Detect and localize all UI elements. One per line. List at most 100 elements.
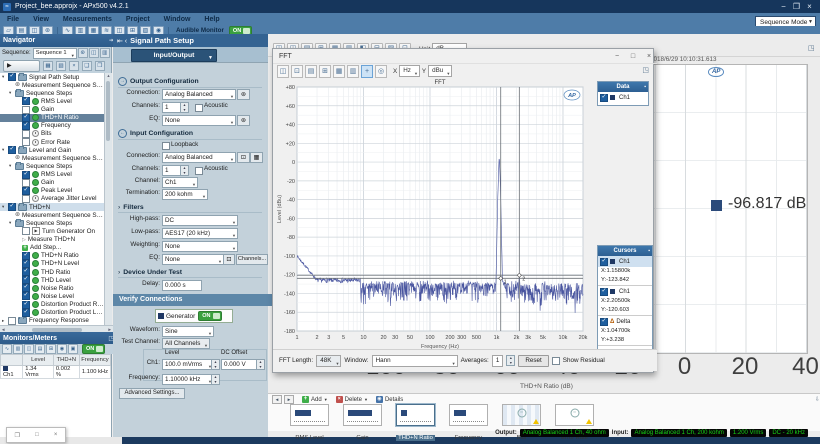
monitor-thdn-icon[interactable]: ◉ — [57, 344, 67, 354]
menu-file[interactable]: File — [0, 13, 26, 26]
delay-input[interactable]: 0.000 s — [162, 280, 202, 291]
tree-checkbox[interactable]: ✓ — [8, 146, 16, 154]
channels-stepper[interactable]: ▲▼ — [180, 102, 189, 113]
tree-checkbox[interactable]: ✓ — [22, 276, 30, 284]
tree-checkbox[interactable]: ✓ — [22, 122, 30, 130]
tree-item-measure-thd-n[interactable]: ▷Measure THD+N — [0, 236, 104, 244]
test-channel-dropdown[interactable]: All Channels▼ — [162, 338, 210, 349]
sequence-step-rms-level[interactable]: RMS Level — [290, 404, 329, 444]
menu-project[interactable]: Project — [119, 13, 157, 26]
menu-view[interactable]: View — [26, 13, 56, 26]
monitor-settings-icon[interactable]: ▣ — [68, 344, 78, 354]
collapse-arrow-icon[interactable]: › — [118, 269, 120, 276]
cursor-channel-row[interactable]: ✓ΔDelta — [598, 316, 652, 327]
weighting-dropdown[interactable]: None▼ — [162, 241, 238, 252]
tree-checkbox[interactable] — [8, 317, 16, 325]
popout-icon[interactable]: ◳ — [642, 66, 649, 74]
sequence-step-thd-n-ratio[interactable]: THD+N Ratio — [396, 404, 435, 444]
fft-cursor-icon[interactable]: ◎ — [375, 65, 387, 78]
pin-icon[interactable]: ▪ — [644, 82, 646, 92]
tree-item-level-and-gain[interactable]: ▾✓Level and Gain — [0, 146, 104, 154]
monitor-level-icon[interactable]: ▥ — [13, 344, 23, 354]
cursor-checkbox[interactable]: ✓ — [600, 318, 608, 326]
tree-checkbox[interactable]: ✓ — [22, 292, 30, 300]
expand-all-icon[interactable]: ❑ — [82, 61, 92, 71]
tree-checkbox[interactable] — [22, 179, 30, 187]
minimize-icon[interactable]: − — [609, 50, 625, 63]
menu-help[interactable]: Help — [197, 13, 226, 26]
tree-checkbox[interactable]: ✓ — [22, 284, 30, 292]
restore-icon[interactable]: ❐ — [790, 0, 803, 13]
input-connection-extra-icon[interactable]: ▦ — [250, 152, 263, 163]
tree-item-measurement-sequence-settings[interactable]: ⊛Measurement Sequence Settings.. — [0, 211, 104, 219]
tree-checkbox[interactable]: ✓ — [22, 187, 30, 195]
tree-item-turn-generator-on[interactable]: ▶Turn Generator On — [0, 227, 104, 235]
dc-offset-input[interactable]: 0.000 V — [221, 359, 259, 370]
fft-grid-icon[interactable]: ▦ — [333, 65, 345, 78]
run-sequence-button[interactable]: ▶ — [3, 60, 40, 72]
tree-item-thd-ratio[interactable]: ✓THD Ratio — [0, 268, 104, 276]
reset-button[interactable]: Reset — [518, 355, 548, 367]
close-icon[interactable]: × — [641, 50, 657, 63]
add-label[interactable]: Add — [311, 397, 322, 403]
window-dropdown[interactable]: Hann▼ — [372, 355, 458, 367]
averages-stepper[interactable]: ▲▼ — [506, 355, 515, 366]
filters-eq-dropdown[interactable]: None▼ — [162, 254, 224, 265]
delete-step-icon[interactable]: × — [69, 61, 79, 71]
y-unit-dropdown[interactable]: dBu▼ — [428, 65, 452, 77]
minimize-icon[interactable]: − — [777, 0, 790, 13]
popout-icon[interactable]: ◳ — [808, 44, 815, 52]
tree-item-rms-level[interactable]: ✓RMS Level — [0, 171, 104, 179]
tree-item-frequency[interactable]: ✓Frequency — [0, 122, 104, 130]
tree-item-rms-level[interactable]: ✓RMS Level — [0, 97, 104, 105]
tree-item-add-step[interactable]: +Add Step... — [0, 244, 104, 252]
sequence-step-gain[interactable]: Gain — [343, 404, 382, 444]
input-acoustic-checkbox[interactable] — [195, 167, 203, 175]
monitors-on-toggle[interactable]: ON — [82, 344, 105, 354]
termination-dropdown[interactable]: 200 kohm▼ — [162, 189, 208, 200]
fft-zoom-icon[interactable]: ⊞ — [319, 65, 331, 78]
cursor-channel-row[interactable]: ✓Ch1 — [598, 256, 652, 267]
output-connection-settings-icon[interactable]: ⊛ — [237, 89, 250, 100]
sequence-step-frequency[interactable]: Frequency — [449, 404, 488, 444]
tree-item-noise-level[interactable]: ✓Noise Level — [0, 292, 104, 300]
tree-item-measurement-sequence-settings[interactable]: ⊛Measurement Sequence Settings.. — [0, 154, 104, 162]
back-chevron-icon[interactable]: ⇤ ‹ — [117, 37, 127, 45]
channels-stepper[interactable]: ▲▼ — [180, 165, 189, 176]
tree-checkbox[interactable] — [22, 227, 30, 235]
fft-window-titlebar[interactable]: FFT − □ × — [273, 49, 657, 64]
tree-checkbox[interactable]: ✓ — [22, 268, 30, 276]
tree-item-measurement-sequence-settings[interactable]: ⊛Measurement Sequence Settings.. — [0, 81, 104, 89]
output-channels-input[interactable]: 1 — [162, 102, 182, 113]
tree-item-error-rate[interactable]: Error Rate — [0, 138, 104, 146]
sequence-prompt-icon[interactable]: ▥ — [100, 48, 110, 58]
fft-save-icon[interactable]: ⊡ — [291, 65, 303, 78]
tree-item-sequence-steps[interactable]: ▾Sequence Steps — [0, 219, 104, 227]
collapse-arrow-icon[interactable]: › — [118, 204, 120, 211]
tree-item-thd-level[interactable]: ✓THD Level — [0, 276, 104, 284]
dc-offset-stepper[interactable]: ▲▼ — [256, 359, 265, 370]
maximize-icon[interactable]: □ — [35, 432, 39, 438]
input-channels-input[interactable]: 1 — [162, 165, 182, 176]
tree-checkbox[interactable]: ✓ — [22, 260, 30, 268]
menu-window[interactable]: Window — [157, 13, 198, 26]
tree-checkbox[interactable]: ✓ — [22, 301, 30, 309]
sequence-report-icon[interactable]: ◫ — [89, 48, 99, 58]
output-connection-dropdown[interactable]: Analog Balanced▼ — [162, 89, 236, 100]
fft-copy-icon[interactable]: ◫ — [277, 65, 289, 78]
generator-frequency-input[interactable]: 1.10000 kHz▼ — [162, 374, 214, 385]
output-eq-dropdown[interactable]: None▼ — [162, 115, 236, 126]
delete-icon[interactable]: × — [336, 396, 343, 403]
tree-item-thd-n[interactable]: ▾✓THD+N — [0, 203, 104, 211]
tree-checkbox[interactable] — [22, 138, 30, 146]
frequency-stepper[interactable]: ▲▼ — [211, 374, 220, 385]
tree-item-signal-path-setup[interactable]: ▾✓Signal Path Setup — [0, 73, 104, 81]
tree-checkbox[interactable]: ✓ — [22, 97, 30, 105]
input-connection-settings-icon[interactable]: ⊡ — [237, 152, 250, 163]
tree-item-thd-n-ratio[interactable]: ✓THD+N Ratio — [0, 114, 104, 122]
fft-pan-icon[interactable]: + — [361, 65, 373, 78]
lowpass-dropdown[interactable]: AES17 (20 kHz)▼ — [162, 228, 238, 239]
sequence-dropdown[interactable]: Sequence 1 ▼ — [33, 48, 77, 59]
fft-length-dropdown[interactable]: 48K▼ — [316, 355, 341, 367]
tree-checkbox[interactable]: ✓ — [8, 73, 16, 81]
